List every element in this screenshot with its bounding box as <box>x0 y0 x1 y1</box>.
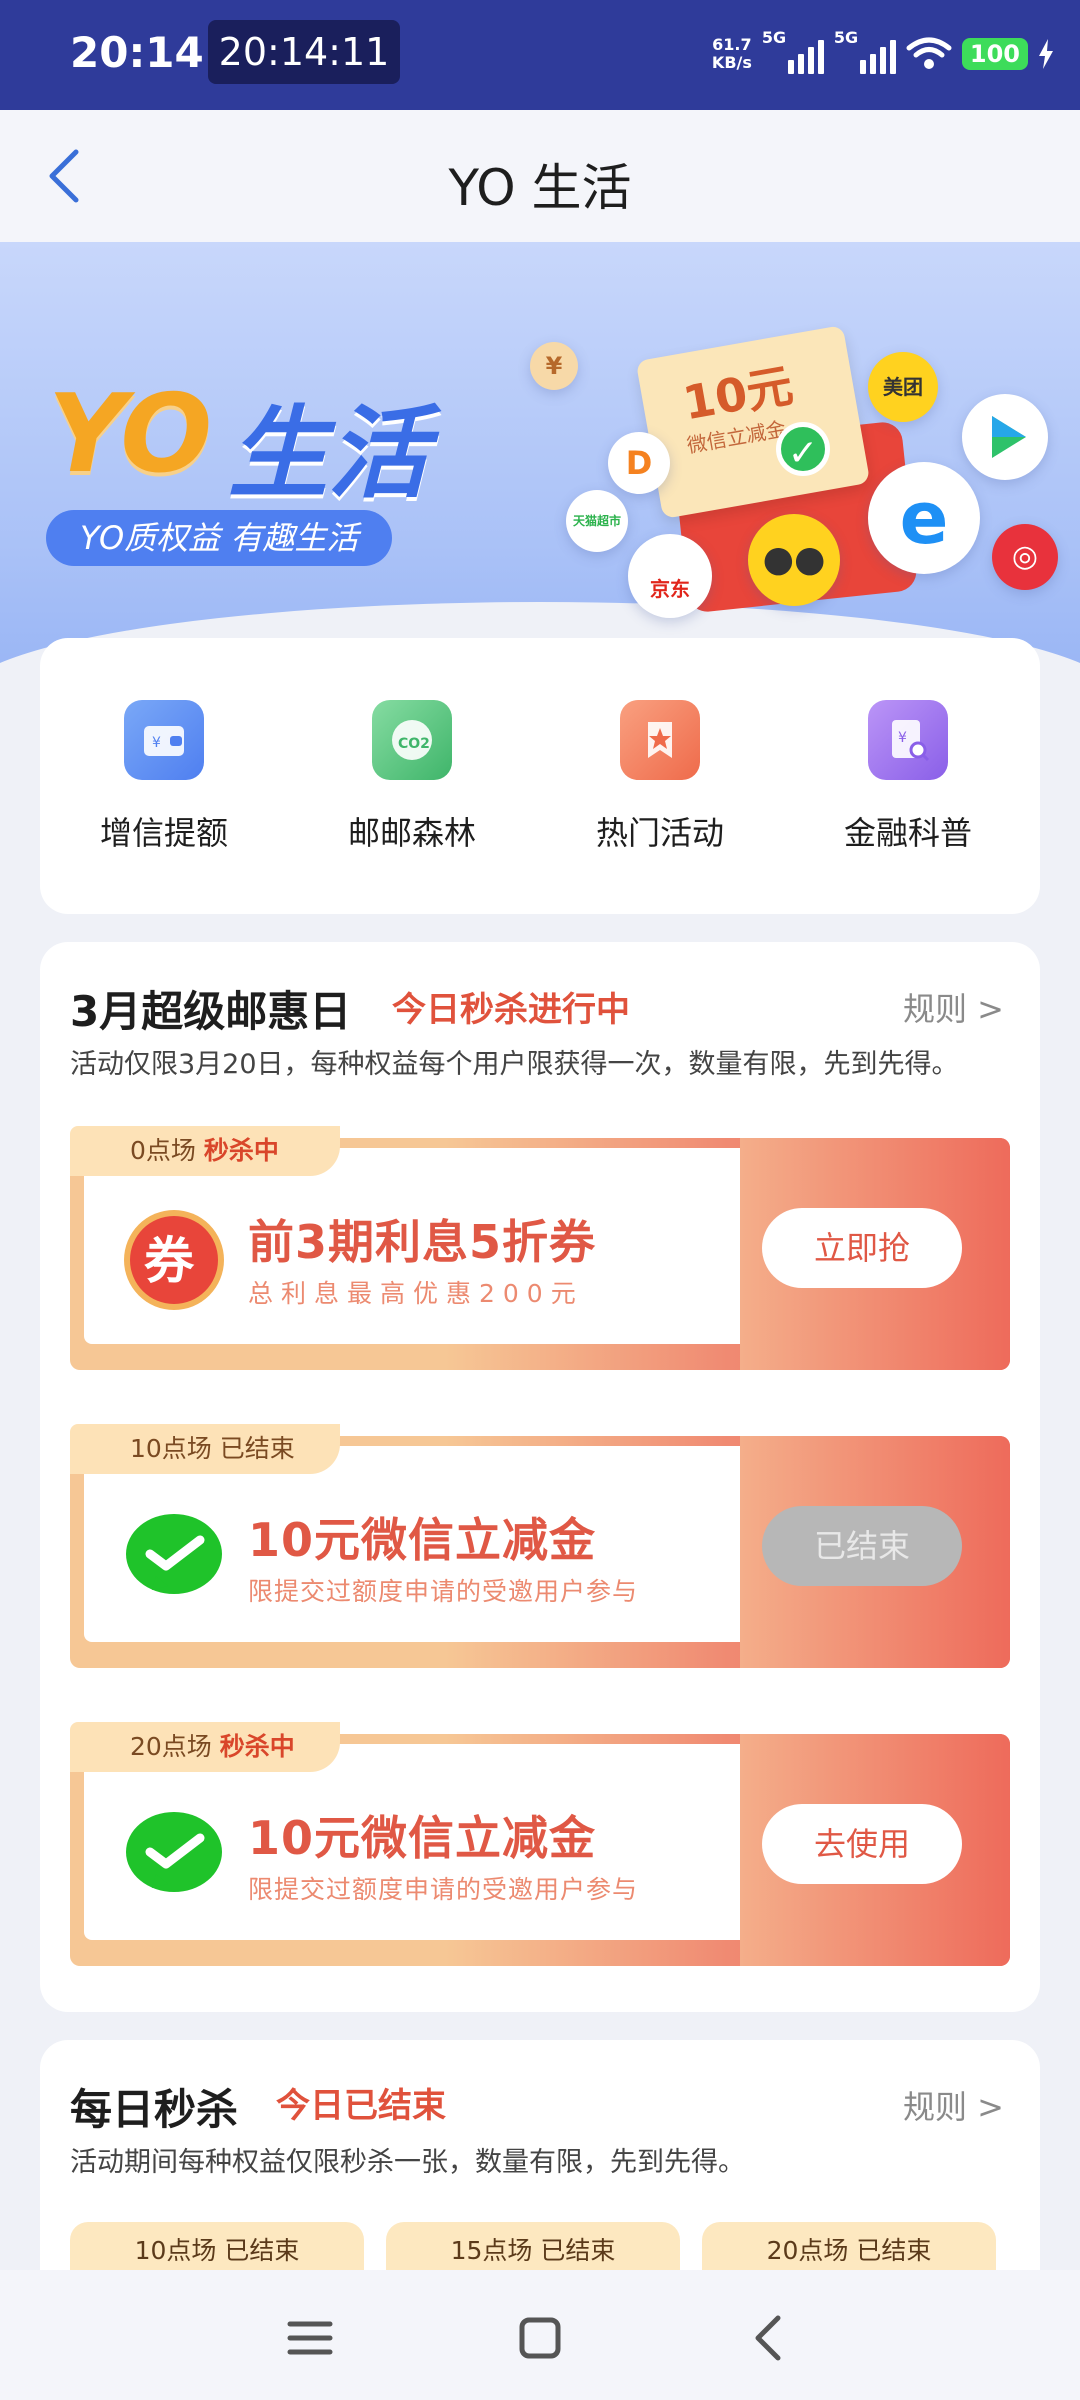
session-tag: 0点场 秒杀中 <box>70 1126 340 1176</box>
section-title: 每日秒杀 <box>70 2085 239 2134</box>
status-clock-chip: 20:14:11 <box>208 20 400 84</box>
battery-indicator: 100 <box>961 38 1028 70</box>
status-bar: 20:14 20:14:11 61.7 KB/s 5G 5G 100 <box>0 0 1080 110</box>
svg-text:¥: ¥ <box>898 730 907 746</box>
network-speed-value: 61.7 <box>712 35 752 54</box>
section-description: 活动仅限3月20日，每种权益每个用户限获得一次，数量有限，先到先得。 <box>70 1049 959 1080</box>
deal-card: 20点场 秒杀中 10元微信立减金 限提交过额度申请的受邀用户参与 去使用 <box>70 1722 1010 1966</box>
march-promo-section: 3月超级邮惠日 今日秒杀进行中 规则 > 活动仅限3月20日，每种权益每个用户限… <box>40 942 1040 2012</box>
co2-cloud-icon: CO2 <box>372 700 452 780</box>
wifi-icon <box>906 37 952 69</box>
session-state: 秒杀中 <box>203 1136 279 1165</box>
section-description: 活动期间每种权益仅限秒杀一张，数量有限，先到先得。 <box>70 2147 745 2178</box>
section-status: 今日已结束 <box>276 2086 446 2126</box>
session-state: 已结束 <box>219 1434 295 1463</box>
signal-sim2-icon: 5G <box>834 28 896 74</box>
quick-entry-credit[interactable]: ¥ 增信提额 <box>64 700 264 854</box>
charging-icon <box>1039 39 1053 69</box>
system-nav-bar <box>0 2270 1080 2400</box>
use-now-button[interactable]: 去使用 <box>762 1804 962 1884</box>
coin-icon: ¥ <box>530 342 578 390</box>
home-icon[interactable] <box>510 2308 570 2368</box>
didi-logo: D <box>608 432 670 494</box>
deal-subtitle: 限提交过额度申请的受邀用户参与 <box>248 1875 639 1904</box>
play-icon <box>962 394 1048 480</box>
back-icon[interactable] <box>740 2308 800 2368</box>
deal-name: 前3期利息5折券 <box>248 1215 597 1269</box>
grab-now-button[interactable]: 立即抢 <box>762 1208 962 1288</box>
svg-text:¥: ¥ <box>152 735 161 751</box>
tmall-logo: 天猫超市 <box>566 490 628 552</box>
quick-entry-card: ¥ 增信提额 CO2 邮邮森林 热门活动 ¥ 金融科普 <box>40 638 1040 914</box>
rules-link[interactable]: 规则 > <box>903 984 1004 1030</box>
status-icons: 61.7 KB/s 5G 5G 100 <box>712 26 1054 82</box>
quick-entry-forest[interactable]: CO2 邮邮森林 <box>312 700 512 854</box>
deal-name: 10元微信立减金 <box>248 1513 597 1567</box>
section-status: 今日秒杀进行中 <box>392 990 630 1030</box>
page-title: YO 生活 <box>448 159 632 217</box>
wallet-icon: ¥ <box>124 700 204 780</box>
deal-card: 10点场 已结束 10元微信立减金 限提交过额度申请的受邀用户参与 已结束 <box>70 1424 1010 1668</box>
netease-music-logo: ◎ <box>992 524 1058 590</box>
sim2-label: 5G <box>833 28 859 47</box>
section-title: 3月超级邮惠日 <box>70 987 352 1036</box>
deal-name: 10元微信立减金 <box>248 1811 597 1865</box>
wechat-icon <box>126 1812 222 1892</box>
check-icon: ✓ <box>776 422 830 476</box>
rules-link[interactable]: 规则 > <box>903 2082 1004 2128</box>
svg-text:CO2: CO2 <box>398 736 430 752</box>
session-time: 10点场 <box>130 1434 212 1463</box>
ele-logo: e <box>868 462 980 574</box>
status-time: 20:14 <box>70 28 204 77</box>
bookmark-star-icon <box>620 700 700 780</box>
session-time: 0点场 <box>130 1136 196 1165</box>
finance-doc-icon: ¥ <box>868 700 948 780</box>
session-time: 20点场 <box>130 1732 212 1761</box>
app-header: YO 生活 <box>0 110 1080 242</box>
session-state: 秒杀中 <box>219 1732 295 1761</box>
quick-entry-finance[interactable]: ¥ 金融科普 <box>808 700 1008 854</box>
quick-entry-label: 增信提额 <box>99 814 228 852</box>
banner-title-life: 生活 <box>228 395 428 512</box>
meituan-logo: 美团 <box>868 352 938 422</box>
deal-card: 0点场 秒杀中 券 前3期利息5折券 总利息最高优惠200元 立即抢 <box>70 1126 1010 1370</box>
jd-logo: 京东 <box>628 534 712 618</box>
deal-subtitle: 限提交过额度申请的受邀用户参与 <box>248 1577 639 1606</box>
quick-entry-label: 金融科普 <box>843 814 972 852</box>
quick-entry-label: 热门活动 <box>595 814 724 852</box>
wechat-icon <box>126 1514 222 1594</box>
svg-text:券: 券 <box>144 1232 195 1290</box>
network-speed-unit: KB/s <box>711 53 752 72</box>
session-tag: 10点场 已结束 <box>70 1424 340 1474</box>
network-speed: 61.7 KB/s <box>712 36 752 72</box>
deal-subtitle: 总利息最高优惠200元 <box>248 1279 584 1308</box>
banner-slogan: YO质权益 有趣生活 <box>46 510 393 566</box>
quick-entry-hot-events[interactable]: 热门活动 <box>560 700 760 854</box>
menu-icon[interactable] <box>280 2308 340 2368</box>
mascot-icon: ●● <box>748 514 840 606</box>
coupon-icon: 券 <box>124 1210 224 1310</box>
banner-title-yo: YO <box>48 372 212 497</box>
session-tag: 20点场 秒杀中 <box>70 1722 340 1772</box>
signal-sim1-icon: 5G <box>762 28 824 74</box>
sim1-label: 5G <box>761 28 787 47</box>
ended-button: 已结束 <box>762 1506 962 1586</box>
quick-entry-label: 邮邮森林 <box>347 814 476 852</box>
